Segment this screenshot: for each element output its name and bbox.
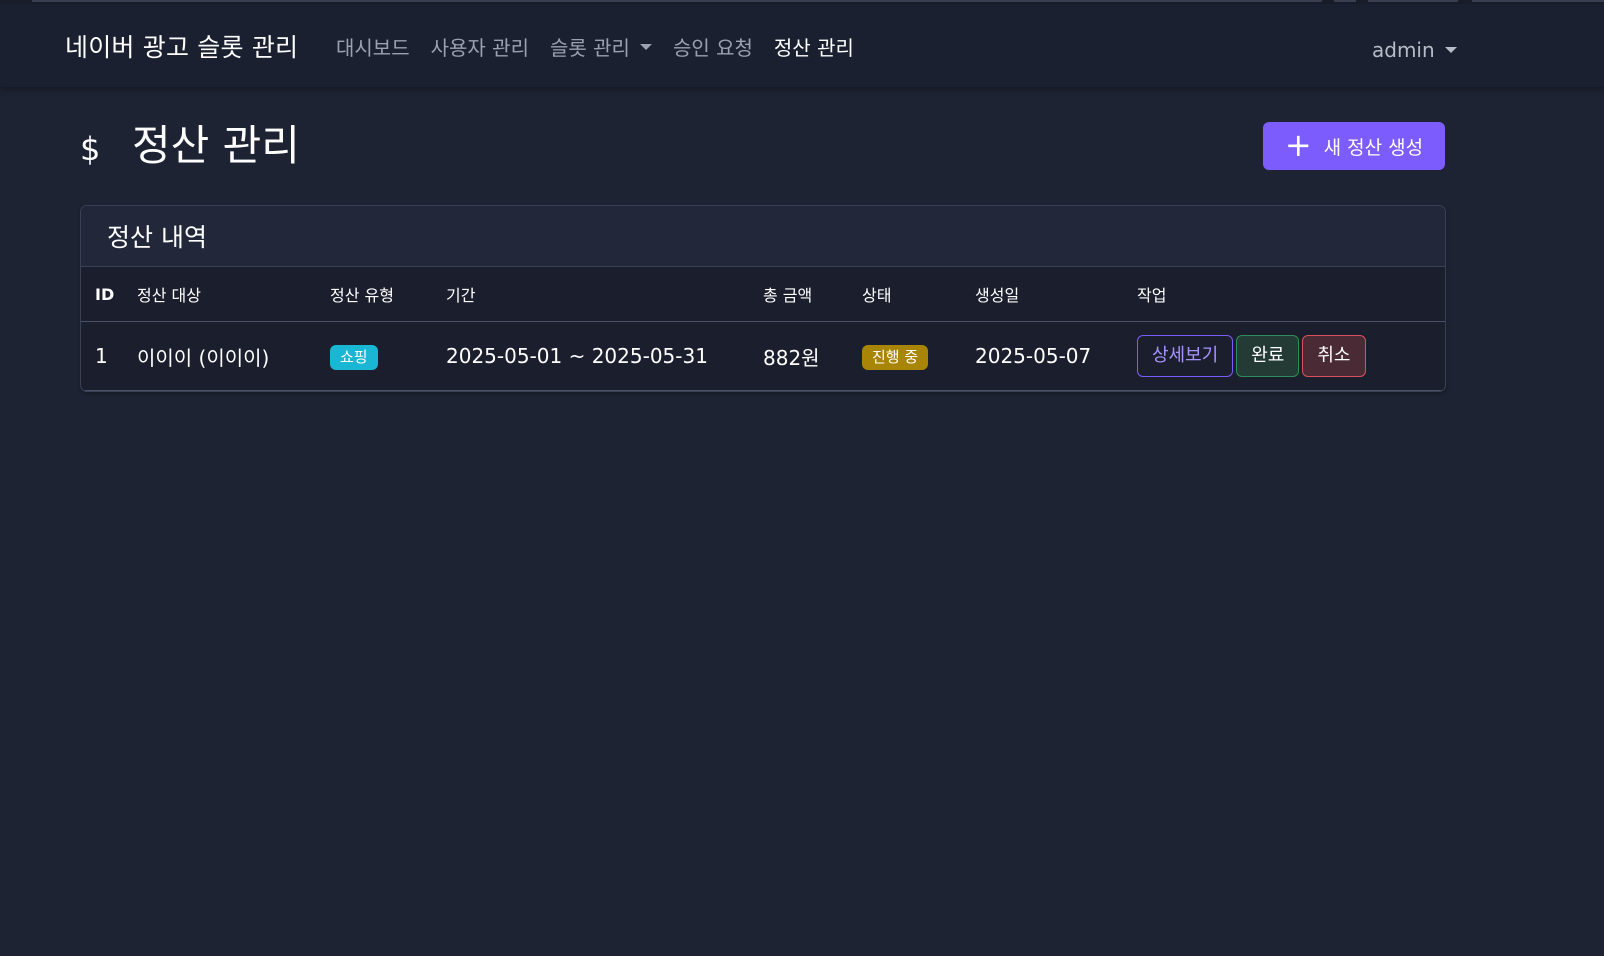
settlement-table: ID 정산 대상 정산 유형 기간 총 금액 상태 생성일 작업 1 이이이 (… xyxy=(81,267,1445,391)
cancel-button[interactable]: 취소 xyxy=(1302,335,1366,377)
chevron-down-icon xyxy=(639,43,652,50)
status-badge: 진행 중 xyxy=(862,344,929,370)
column-header-target: 정산 대상 xyxy=(137,267,330,322)
plus-icon: + xyxy=(1284,126,1312,164)
column-header-id: ID xyxy=(81,267,137,322)
column-header-type: 정산 유형 xyxy=(330,267,446,322)
cell-actions: 상세보기 완료 취소 xyxy=(1137,321,1445,391)
chevron-down-icon xyxy=(1444,47,1457,53)
user-menu-dropdown[interactable]: admin xyxy=(1372,38,1457,62)
top-border-segment xyxy=(1368,0,1458,2)
table-row: 1 이이이 (이이이) 쇼핑 2025-05-01 ~ 2025-05-31 8… xyxy=(81,321,1445,391)
column-header-actions: 작업 xyxy=(1137,267,1445,322)
top-border-segment xyxy=(1472,0,1604,2)
page-title: $ 정산 관리 xyxy=(80,112,300,173)
nav-link-users[interactable]: 사용자 관리 xyxy=(431,32,529,61)
settlement-card: 정산 내역 ID 정산 대상 정산 유형 기간 총 금액 상태 생성일 작업 1… xyxy=(80,205,1446,392)
cell-type: 쇼핑 xyxy=(330,321,446,391)
cell-status: 진행 중 xyxy=(862,321,975,391)
nav-links: 대시보드 사용자 관리 슬롯 관리 승인 요청 정산 관리 xyxy=(336,32,875,61)
top-border-segment xyxy=(1334,0,1356,2)
cell-amount: 882원 xyxy=(763,321,862,391)
page-title-text: 정산 관리 xyxy=(132,121,300,170)
brand-link[interactable]: 네이버 광고 슬롯 관리 xyxy=(65,28,298,64)
table-header-row: ID 정산 대상 정산 유형 기간 총 금액 상태 생성일 작업 xyxy=(81,267,1445,322)
dollar-icon: $ xyxy=(80,129,101,168)
user-name: admin xyxy=(1372,38,1435,62)
cell-created: 2025-05-07 xyxy=(975,321,1137,391)
new-settlement-label: 새 정산 생성 xyxy=(1323,136,1424,159)
nav-link-slots-dropdown[interactable]: 슬롯 관리 xyxy=(550,32,652,61)
nav-link-slots-label: 슬롯 관리 xyxy=(549,36,630,60)
cell-id: 1 xyxy=(81,321,137,391)
cell-period: 2025-05-01 ~ 2025-05-31 xyxy=(446,321,763,391)
column-header-status: 상태 xyxy=(862,267,975,322)
column-header-period: 기간 xyxy=(446,267,763,322)
column-header-created: 생성일 xyxy=(975,267,1137,322)
top-border-segment xyxy=(32,0,1322,2)
nav-link-approvals[interactable]: 승인 요청 xyxy=(673,32,753,61)
type-badge: 쇼핑 xyxy=(330,344,378,370)
column-header-amount: 총 금액 xyxy=(763,267,862,322)
cell-target: 이이이 (이이이) xyxy=(137,321,330,391)
new-settlement-button[interactable]: + 새 정산 생성 xyxy=(1263,122,1445,170)
card-header: 정산 내역 xyxy=(81,206,1445,267)
nav-link-settlements[interactable]: 정산 관리 xyxy=(774,32,854,61)
nav-link-dashboard[interactable]: 대시보드 xyxy=(336,32,410,61)
detail-button[interactable]: 상세보기 xyxy=(1137,335,1234,377)
navbar: 네이버 광고 슬롯 관리 대시보드 사용자 관리 슬롯 관리 승인 요청 정산 … xyxy=(0,4,1604,87)
complete-button[interactable]: 완료 xyxy=(1236,335,1300,377)
